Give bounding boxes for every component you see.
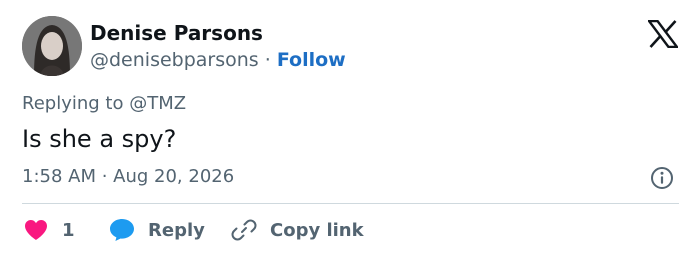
x-logo-icon[interactable] xyxy=(646,19,680,49)
copy-link-label: Copy link xyxy=(270,219,364,241)
reply-button[interactable]: Reply xyxy=(109,216,205,244)
like-count: 1 xyxy=(62,219,75,241)
replying-to: Replying to @TMZ xyxy=(22,92,186,116)
author-handle[interactable]: @denisebparsons xyxy=(90,49,259,71)
copy-link-button[interactable]: Copy link xyxy=(231,216,364,244)
tweet-text: Is she a spy? xyxy=(22,125,177,153)
speech-bubble-icon xyxy=(109,218,135,242)
replying-to-prefix: Replying to xyxy=(22,93,124,114)
follow-button[interactable]: Follow xyxy=(277,49,346,71)
handle-separator: · xyxy=(264,49,271,71)
author-handle-line: @denisebparsons · Follow xyxy=(90,47,346,73)
reply-label: Reply xyxy=(148,219,205,241)
replying-to-mention[interactable]: @TMZ xyxy=(129,93,186,114)
divider xyxy=(22,203,679,204)
info-icon[interactable] xyxy=(650,166,674,190)
avatar[interactable] xyxy=(22,16,82,76)
display-name[interactable]: Denise Parsons xyxy=(90,20,263,46)
heart-icon xyxy=(24,219,48,241)
link-icon xyxy=(231,217,257,243)
like-button[interactable]: 1 xyxy=(24,216,75,244)
tweet-timestamp[interactable]: 1:58 AM · Aug 20, 2026 xyxy=(22,165,234,189)
